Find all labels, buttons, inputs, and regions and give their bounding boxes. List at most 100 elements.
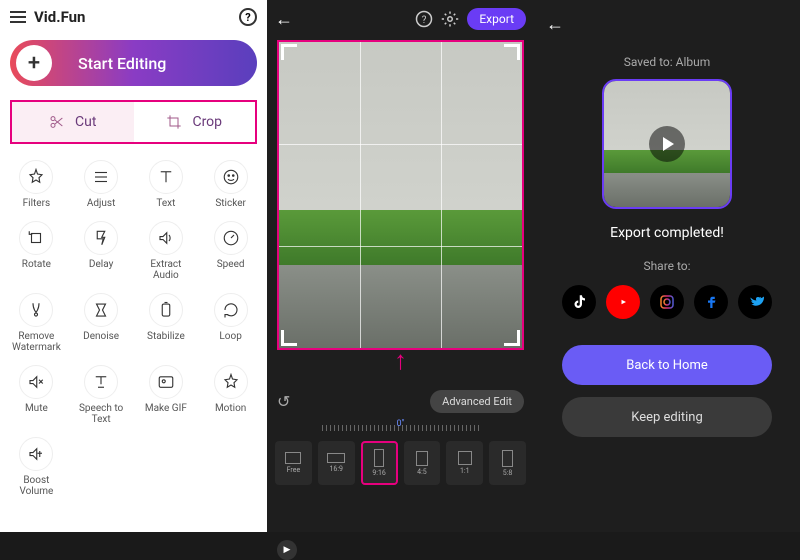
video-frame: [279, 42, 522, 348]
ratio-9-16[interactable]: 9:16: [361, 441, 398, 485]
home-panel: Vid.Fun ? + Start Editing Cut Crop Filte…: [0, 0, 267, 532]
tool-label: RemoveWatermark: [12, 331, 61, 353]
crop-label: Crop: [192, 114, 222, 130]
share-youtube-button[interactable]: [606, 285, 640, 319]
ratio-1-1[interactable]: 1:1: [446, 441, 483, 485]
tool-label: Delay: [89, 259, 113, 270]
export-header: ←: [546, 12, 564, 37]
menu-icon[interactable]: [10, 11, 26, 23]
share-instagram-button[interactable]: [650, 285, 684, 319]
time-ruler[interactable]: 0": [267, 421, 534, 435]
tool-label: Loop: [219, 331, 241, 342]
ratio-16-9[interactable]: 16:9: [318, 441, 355, 485]
ratio-shape: [458, 451, 472, 465]
text-icon: [149, 160, 183, 194]
ratio-shape: [502, 450, 513, 467]
tool-label: Filters: [23, 198, 51, 209]
tool-adjust[interactable]: Adjust: [69, 156, 134, 213]
ratio-label: 5:8: [503, 469, 513, 477]
tool-label: Sticker: [215, 198, 246, 209]
motion-icon: [214, 365, 248, 399]
tool-extract-audio[interactable]: ExtractAudio: [134, 217, 199, 285]
scissors-icon: [49, 114, 65, 130]
back-icon[interactable]: ←: [546, 14, 564, 35]
tool-label: Motion: [215, 403, 246, 414]
tool-label: Make GIF: [145, 403, 187, 414]
loop-icon: [214, 293, 248, 327]
crop-editor-panel: ← ? Export ↑ ▶ ↺ Advanced Edit 0" Free 16…: [267, 0, 534, 532]
ratio-label: 1:1: [460, 467, 470, 475]
export-button[interactable]: Export: [467, 8, 526, 30]
tool-text[interactable]: Text: [134, 156, 199, 213]
tool-label: Rotate: [22, 259, 51, 270]
app-title: Vid.Fun: [34, 8, 231, 26]
tool-denoise[interactable]: Denoise: [69, 289, 134, 357]
mute-icon: [19, 365, 53, 399]
ratio-4-5[interactable]: 4:5: [404, 441, 441, 485]
crop-button[interactable]: Crop: [134, 102, 256, 142]
ratio-shape: [416, 451, 428, 466]
tool-label: Mute: [25, 403, 48, 414]
start-editing-label: Start Editing: [78, 54, 166, 73]
ratio-free[interactable]: Free: [275, 441, 312, 485]
tool-make-gif[interactable]: Make GIF: [134, 361, 199, 429]
speech-to-text-icon: [84, 365, 118, 399]
tool-remove-watermark[interactable]: RemoveWatermark: [4, 289, 69, 357]
make-gif-icon: [149, 365, 183, 399]
tool-rotate[interactable]: Rotate: [4, 217, 69, 285]
keep-editing-button[interactable]: Keep editing: [562, 397, 772, 437]
rotate-icon: [19, 221, 53, 255]
ratio-shape: [285, 452, 301, 464]
tool-label: Speech toText: [79, 403, 123, 425]
share-tiktok-button[interactable]: [562, 285, 596, 319]
back-to-home-button[interactable]: Back to Home: [562, 345, 772, 385]
editor-header: ← ? Export: [267, 0, 534, 38]
tool-delay[interactable]: Delay: [69, 217, 134, 285]
help-icon[interactable]: ?: [239, 8, 257, 26]
settings-icon[interactable]: [441, 10, 459, 28]
remove-watermark-icon: [19, 293, 53, 327]
undo-icon[interactable]: ↺: [277, 392, 290, 411]
share-twitter-button[interactable]: [738, 285, 772, 319]
speed-icon: [214, 221, 248, 255]
tool-loop[interactable]: Loop: [198, 289, 263, 357]
ratio-label: 16:9: [329, 465, 343, 473]
share-facebook-button[interactable]: [694, 285, 728, 319]
cut-button[interactable]: Cut: [12, 102, 134, 142]
filters-icon: [19, 160, 53, 194]
start-editing-button[interactable]: + Start Editing: [10, 40, 257, 86]
crop-handle-br[interactable]: [504, 330, 520, 346]
crop-preview[interactable]: [277, 40, 524, 350]
tool-speed[interactable]: Speed: [198, 217, 263, 285]
tool-sticker[interactable]: Sticker: [198, 156, 263, 213]
tool-motion[interactable]: Motion: [198, 361, 263, 429]
controls-row: ▶ ↺ Advanced Edit: [267, 386, 534, 417]
tool-mute[interactable]: Mute: [4, 361, 69, 429]
export-thumbnail[interactable]: [602, 79, 732, 209]
tool-label: Speed: [217, 259, 245, 270]
crop-handle-tr[interactable]: [504, 44, 520, 60]
tool-grid: Filters AdjustText Sticker Rotate Delay Extra…: [0, 150, 267, 501]
cut-crop-row: Cut Crop: [10, 100, 257, 144]
ratio-5-8[interactable]: 5:8: [489, 441, 526, 485]
tool-label: ExtractAudio: [150, 259, 181, 281]
play-button[interactable]: ▶: [277, 540, 297, 560]
crop-handle-tl[interactable]: [281, 44, 297, 60]
advanced-edit-button[interactable]: Advanced Edit: [430, 390, 524, 413]
back-icon[interactable]: ←: [275, 9, 293, 30]
help-icon[interactable]: ?: [415, 10, 433, 28]
tool-stabilize[interactable]: Stabilize: [134, 289, 199, 357]
annotation-arrow: ↑: [267, 348, 534, 374]
tool-boost-volume[interactable]: BoostVolume: [4, 433, 69, 501]
ratio-shape: [374, 449, 384, 467]
svg-text:?: ?: [422, 15, 427, 26]
ratio-label: 9:16: [372, 469, 386, 477]
tool-filters[interactable]: Filters: [4, 156, 69, 213]
ratio-label: Free: [287, 466, 301, 474]
crop-icon: [166, 114, 182, 130]
tool-speech-to-text[interactable]: Speech toText: [69, 361, 134, 429]
crop-handle-bl[interactable]: [281, 330, 297, 346]
tool-label: Stabilize: [147, 331, 185, 342]
delay-icon: [84, 221, 118, 255]
aspect-ratio-row: Free 16:9 9:16 4:5 1:1 5:8: [267, 435, 534, 491]
